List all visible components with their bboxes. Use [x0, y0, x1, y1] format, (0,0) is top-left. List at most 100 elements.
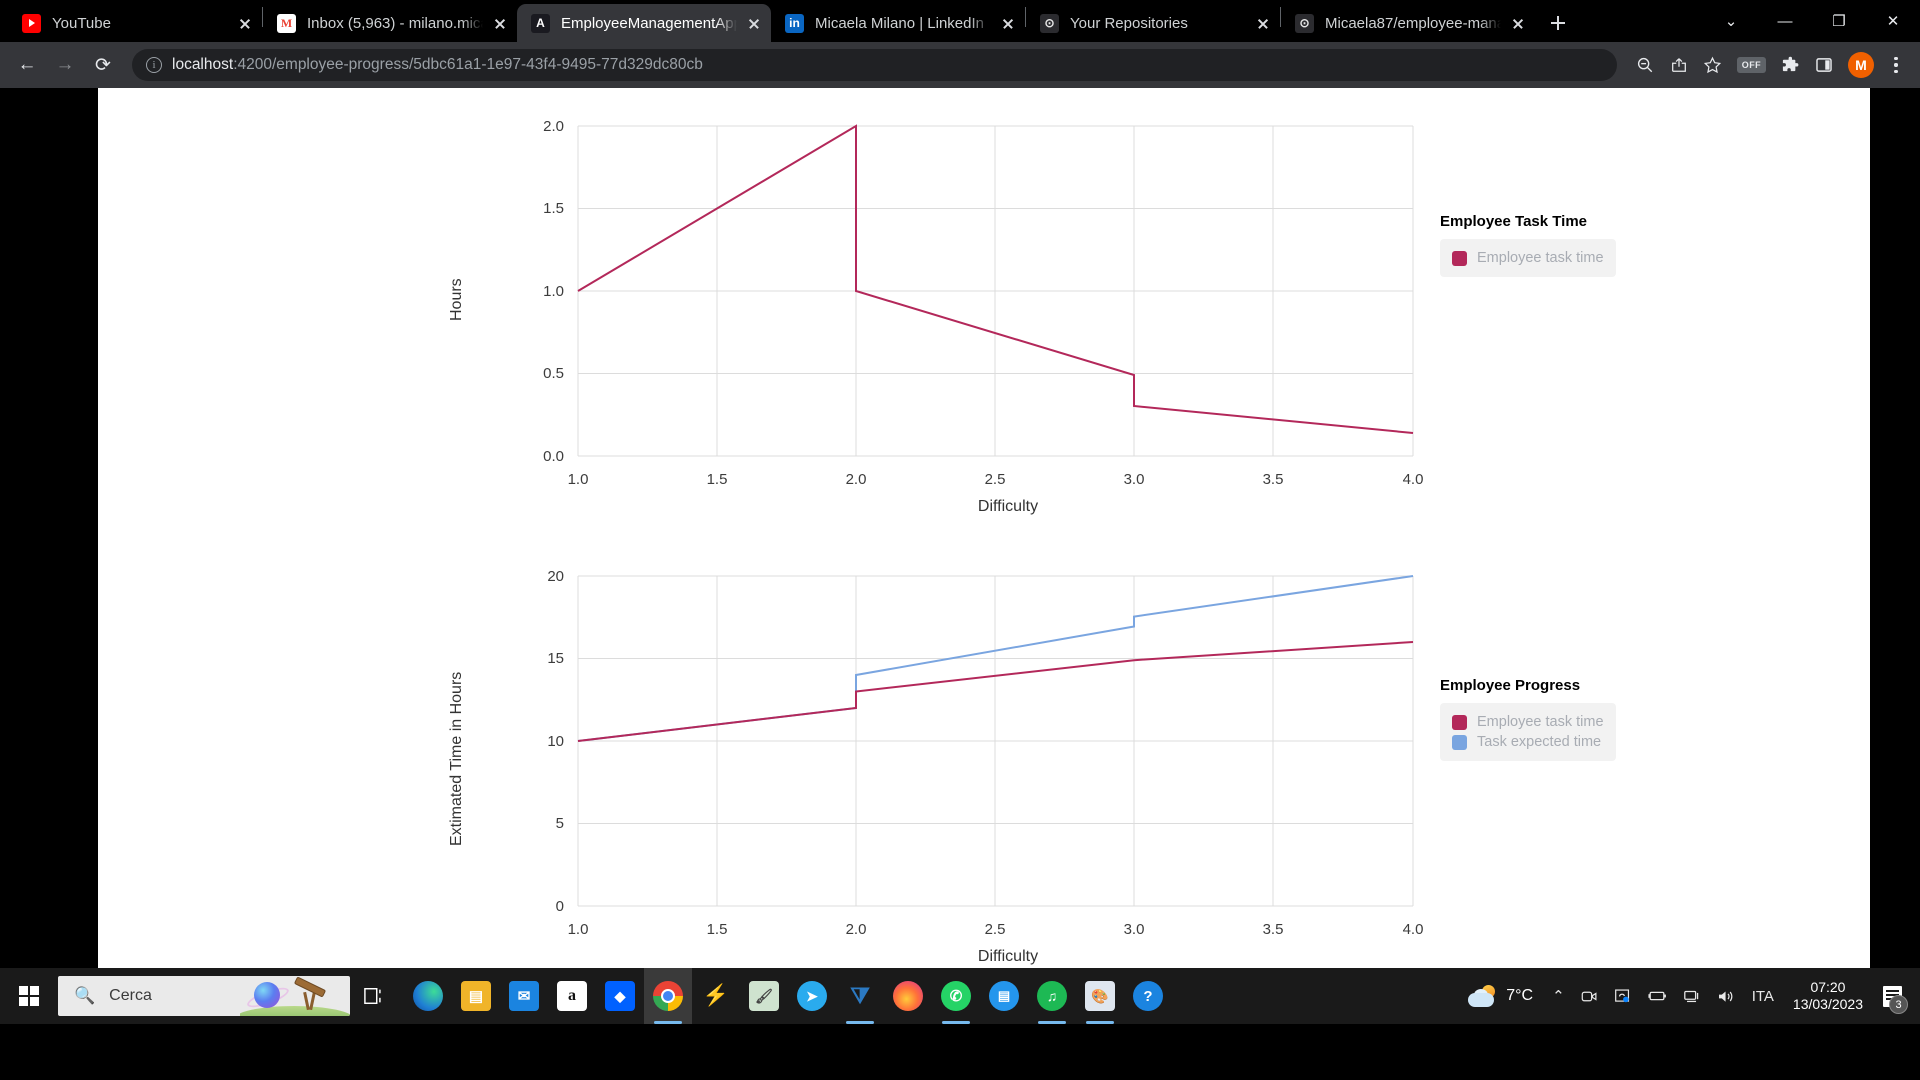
- tab-title: Inbox (5,963) - milano.micae: [307, 14, 483, 32]
- legend-swatch: [1452, 250, 1467, 266]
- employee-progress-page: 2.0 1.5 1.0 0.5 0.0 1.0 1.5 2.0 2.5 3.0: [98, 88, 1870, 1024]
- tab-title: Your Repositories: [1070, 14, 1188, 32]
- battery-icon[interactable]: [1640, 968, 1674, 1024]
- tab-linkedin[interactable]: in Micaela Milano | LinkedIn: [771, 4, 1025, 42]
- search-input[interactable]: 🔍 Cerca: [58, 976, 350, 1016]
- svg-text:2.0: 2.0: [543, 118, 564, 135]
- legend-label: Employee task time: [1477, 250, 1604, 266]
- legend-item-task-expected-time[interactable]: Task expected time: [1452, 732, 1604, 752]
- taskbar-app-dropbox[interactable]: ◆: [596, 968, 644, 1024]
- tab-youtube[interactable]: YouTube: [8, 4, 262, 42]
- legend-item-employee-task-time[interactable]: Employee task time: [1452, 248, 1604, 268]
- taskbar-open-indicator: [942, 1021, 970, 1024]
- maximize-button[interactable]: ❐: [1812, 0, 1866, 42]
- zoom-out-icon[interactable]: [1629, 49, 1661, 81]
- puzzle-icon[interactable]: [1774, 49, 1806, 81]
- tab-employeemanagementapp[interactable]: A EmployeeManagementApp: [517, 4, 771, 42]
- avatar[interactable]: M: [1848, 52, 1874, 78]
- onedrive-icon[interactable]: [1607, 968, 1638, 1024]
- spotify-icon: ♫: [1037, 981, 1067, 1011]
- chrome-icon: [653, 981, 683, 1011]
- taskbar-app-spotify[interactable]: ♫: [1028, 968, 1076, 1024]
- url-text: localhost:4200/employee-progress/5dbc61a…: [172, 56, 703, 74]
- three-dot-menu-icon[interactable]: [1882, 49, 1910, 81]
- chart-1-x-axis-label: Difficulty: [977, 498, 1039, 515]
- taskbar-app-paint-3d[interactable]: 🎨: [1076, 968, 1124, 1024]
- svg-text:3.0: 3.0: [1124, 921, 1145, 938]
- show-hidden-icons-chevron-icon[interactable]: ⌃: [1545, 968, 1572, 1024]
- tab-your-repositories[interactable]: ⊙ Your Repositories: [1026, 4, 1280, 42]
- reload-button[interactable]: ⟳: [86, 48, 120, 82]
- chart-1-gridlines: [577, 125, 1414, 457]
- svg-text:1.0: 1.0: [568, 471, 589, 488]
- side-panel-icon[interactable]: [1808, 49, 1840, 81]
- svg-text:1.0: 1.0: [543, 283, 564, 300]
- tab-close-icon[interactable]: [997, 12, 1019, 34]
- edge-icon: [413, 981, 443, 1011]
- clock[interactable]: 07:20 13/03/2023: [1783, 979, 1873, 1014]
- mail-icon: ✉: [509, 981, 539, 1011]
- taskbar-app-mail[interactable]: ✉: [500, 968, 548, 1024]
- start-button[interactable]: [0, 968, 58, 1024]
- vscode-icon: ⧩: [850, 983, 870, 1008]
- webcam-icon[interactable]: [1574, 968, 1605, 1024]
- svg-text:3.5: 3.5: [1263, 471, 1284, 488]
- tab-search-chevron-icon[interactable]: ⌄: [1704, 0, 1758, 42]
- network-icon[interactable]: [1676, 968, 1708, 1024]
- taskbar-app-firefox[interactable]: [884, 968, 932, 1024]
- linkedin-icon: in: [785, 13, 804, 33]
- back-button[interactable]: ←: [10, 48, 44, 82]
- taskbar-open-indicator: [654, 1021, 682, 1024]
- off-badge[interactable]: OFF: [1736, 57, 1766, 73]
- minimize-button[interactable]: —: [1758, 0, 1812, 42]
- taskbar-app-paint[interactable]: 🖌: [740, 968, 788, 1024]
- tab-gmail[interactable]: M Inbox (5,963) - milano.micae: [263, 4, 517, 42]
- chart-1-ytick-labels: 2.0 1.5 1.0 0.5 0.0: [543, 118, 564, 465]
- toolbar-actions: OFF M: [1629, 49, 1910, 81]
- forward-button[interactable]: →: [48, 48, 82, 82]
- help-icon: ?: [1133, 981, 1163, 1011]
- tab-close-icon[interactable]: [1252, 12, 1274, 34]
- language-indicator[interactable]: ITA: [1745, 968, 1781, 1024]
- chart-2-x-axis-label: Difficulty: [977, 948, 1039, 965]
- lightning-icon: ⚡: [702, 984, 730, 1007]
- tab-close-icon[interactable]: [489, 12, 511, 34]
- star-icon[interactable]: [1697, 49, 1729, 81]
- chart-2-y-axis-label: Extimated Time in Hours: [448, 671, 465, 846]
- notifications-button[interactable]: 3: [1875, 968, 1914, 1024]
- legend-item-employee-task-time[interactable]: Employee task time: [1452, 712, 1604, 732]
- taskbar-app-amazon[interactable]: a: [548, 968, 596, 1024]
- url-host: localhost: [172, 56, 234, 73]
- volume-icon[interactable]: [1710, 968, 1743, 1024]
- svg-text:3.0: 3.0: [1124, 471, 1145, 488]
- tab-close-icon[interactable]: [1507, 12, 1529, 34]
- dropbox-icon: ◆: [605, 981, 635, 1011]
- task-view-button[interactable]: [350, 968, 398, 1024]
- tab-employee-management-repo[interactable]: ⊙ Micaela87/employee-mana: [1281, 4, 1535, 42]
- svg-text:10: 10: [547, 733, 564, 750]
- taskbar-app-chrome[interactable]: [644, 968, 692, 1024]
- clock-time: 07:20: [1810, 978, 1846, 995]
- taskbar-app-docker[interactable]: ▤: [980, 968, 1028, 1024]
- taskbar-app-file-explorer[interactable]: ▤: [452, 968, 500, 1024]
- info-icon[interactable]: i: [146, 57, 162, 73]
- svg-text:2.5: 2.5: [985, 921, 1006, 938]
- tab-close-icon[interactable]: [743, 12, 765, 34]
- taskbar-app-whatsapp[interactable]: ✆: [932, 968, 980, 1024]
- weather-widget[interactable]: 7°C: [1454, 985, 1543, 1007]
- tab-close-icon[interactable]: [234, 12, 256, 34]
- gmail-icon: M: [277, 13, 296, 33]
- taskbar-app-vscode[interactable]: ⧩: [836, 968, 884, 1024]
- taskbar-app-help[interactable]: ?: [1124, 968, 1172, 1024]
- taskbar-app-telegram[interactable]: ➤: [788, 968, 836, 1024]
- legend-swatch: [1452, 714, 1467, 730]
- svg-text:5: 5: [556, 815, 564, 832]
- taskbar-app-lightning[interactable]: ⚡: [692, 968, 740, 1024]
- taskbar-app-edge[interactable]: [404, 968, 452, 1024]
- svg-text:0: 0: [556, 898, 564, 915]
- address-bar[interactable]: i localhost:4200/employee-progress/5dbc6…: [132, 49, 1617, 81]
- share-icon[interactable]: [1663, 49, 1695, 81]
- new-tab-button[interactable]: [1541, 6, 1575, 40]
- chart-2-svg: 20 15 10 5 0 1.0 1.5 2.0 2.5 3.0 3.5 4.0: [547, 568, 1423, 938]
- close-button[interactable]: ✕: [1866, 0, 1920, 42]
